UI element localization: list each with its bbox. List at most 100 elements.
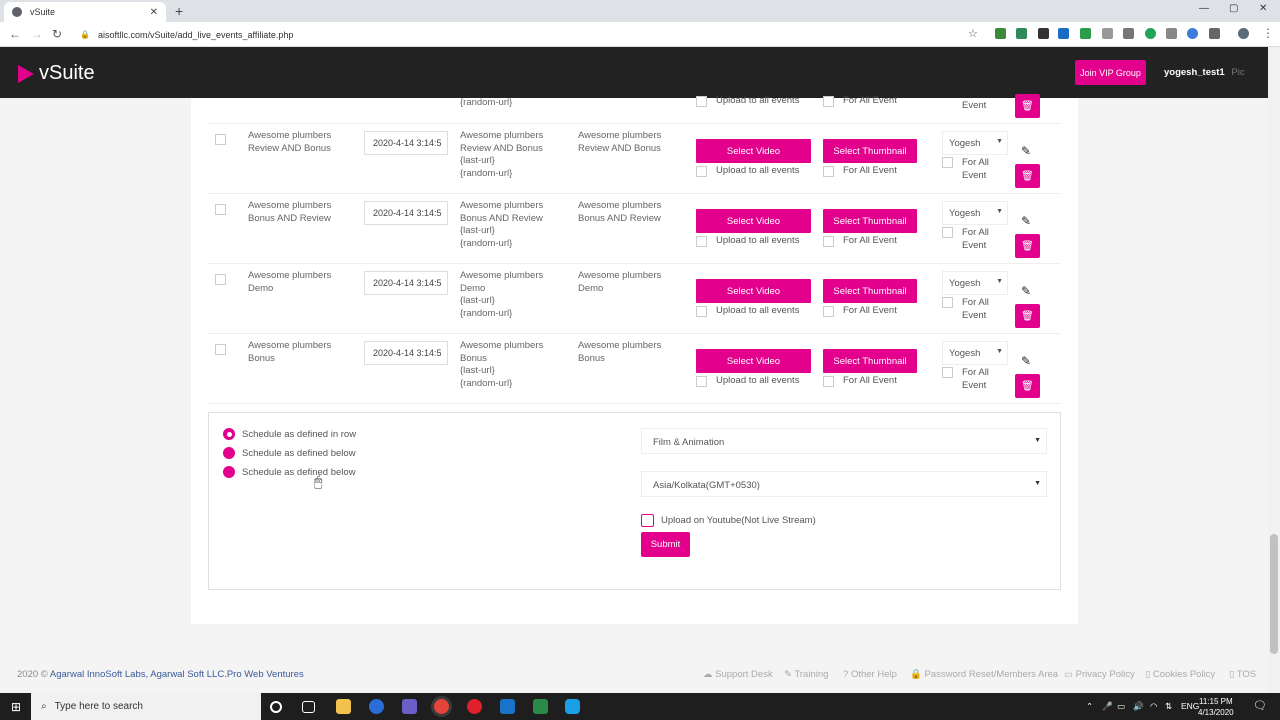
radio-schedule-in-row[interactable] (223, 428, 235, 440)
for-all-event-checkbox[interactable] (823, 376, 834, 387)
extension-icon[interactable] (1102, 28, 1113, 39)
extension-icon[interactable] (1187, 28, 1198, 39)
cortana-icon[interactable] (270, 701, 282, 713)
extension-icon[interactable] (1123, 28, 1134, 39)
extension-icon[interactable] (1209, 28, 1220, 39)
vsuite-logo[interactable]: vSuite (18, 62, 95, 85)
extension-icon[interactable] (1058, 28, 1069, 39)
network-icon[interactable]: ⇅ (1165, 701, 1172, 712)
outlook-icon[interactable] (500, 699, 515, 714)
training-link[interactable]: ✎ Training (784, 669, 828, 680)
bookmark-star-icon[interactable]: ☆ (968, 27, 978, 40)
upload-all-checkbox[interactable] (696, 96, 707, 107)
select-video-button[interactable]: Select Video (696, 209, 811, 233)
browser-tab[interactable]: vSuite ✕ (4, 2, 166, 22)
select-video-button[interactable]: Select Video (696, 349, 811, 373)
edit-icon[interactable]: ✎ (1021, 284, 1031, 298)
opera-icon[interactable] (467, 699, 482, 714)
system-clock[interactable]: 11:15 PM 4/13/2020 (1198, 696, 1234, 718)
radio-schedule-below[interactable] (223, 447, 235, 459)
schedule-date-input[interactable]: 2020-4-14 3:14:5 (364, 201, 448, 225)
for-all-event-checkbox[interactable] (823, 236, 834, 247)
tos-link[interactable]: ▯ TOS (1229, 669, 1256, 680)
chrome-icon[interactable] (434, 699, 449, 714)
extension-icon[interactable] (1016, 28, 1027, 39)
extension-icon[interactable] (1166, 28, 1177, 39)
for-all-checkbox[interactable] (942, 367, 953, 378)
upload-all-checkbox[interactable] (696, 166, 707, 177)
for-all-event-checkbox[interactable] (823, 306, 834, 317)
wifi-icon[interactable]: ◠ (1150, 701, 1157, 712)
row-select-checkbox[interactable] (215, 274, 226, 285)
minimize-button[interactable]: — (1199, 3, 1209, 14)
language-indicator[interactable]: ENG (1181, 701, 1199, 711)
edit-icon[interactable]: ✎ (1021, 354, 1031, 368)
back-icon[interactable]: ← (9, 27, 21, 41)
delete-button[interactable]: 🗑 (1015, 164, 1040, 188)
app-icon[interactable] (533, 699, 548, 714)
select-video-button[interactable]: Select Video (696, 139, 811, 163)
user-menu[interactable]: yogesh_test1 Pic (1164, 67, 1245, 78)
for-all-checkbox[interactable] (942, 297, 953, 308)
tab-close-icon[interactable]: ✕ (150, 7, 158, 18)
cookies-policy-link[interactable]: ▯ Cookies Policy (1145, 669, 1215, 680)
category-select[interactable]: Film & Animation ▼ (641, 428, 1047, 454)
owner-select[interactable]: Yogesh ▼ (942, 201, 1008, 225)
select-thumbnail-button[interactable]: Select Thumbnail (823, 349, 917, 373)
owner-select[interactable]: Yogesh ▼ (942, 341, 1008, 365)
select-thumbnail-button[interactable]: Select Thumbnail (823, 139, 917, 163)
for-all-checkbox[interactable] (942, 157, 953, 168)
upload-all-checkbox[interactable] (696, 376, 707, 387)
reload-icon[interactable]: ↻ (52, 27, 62, 41)
schedule-date-input[interactable]: 2020-4-14 3:14:5 (364, 341, 448, 365)
extension-icon[interactable] (1038, 28, 1049, 39)
extension-icon[interactable] (1080, 28, 1091, 39)
windows-start-icon[interactable]: ⊞ (11, 700, 21, 714)
edit-icon[interactable]: ✎ (1021, 144, 1031, 158)
browser-menu-icon[interactable]: ⋮ (1262, 26, 1274, 40)
delete-button[interactable]: 🗑 (1015, 234, 1040, 258)
forward-icon[interactable]: → (31, 27, 43, 41)
maximize-button[interactable]: ▢ (1229, 3, 1238, 14)
other-help-link[interactable]: ? Other Help (843, 669, 897, 680)
new-tab-button[interactable]: + (175, 3, 183, 19)
page-scrollbar[interactable] (1268, 47, 1280, 693)
battery-icon[interactable]: ▭ (1117, 701, 1125, 712)
scrollbar-thumb[interactable] (1270, 534, 1278, 654)
row-select-checkbox[interactable] (215, 344, 226, 355)
taskbar-search[interactable]: ⌕ Type here to search (31, 693, 261, 720)
edit-icon[interactable]: ✎ (1021, 214, 1031, 228)
for-all-event-checkbox[interactable] (823, 96, 834, 107)
delete-button[interactable]: 🗑 (1015, 94, 1040, 118)
extension-icon[interactable] (995, 28, 1006, 39)
upload-all-checkbox[interactable] (696, 236, 707, 247)
schedule-date-input[interactable]: 2020-4-14 3:14:5 (364, 131, 448, 155)
password-reset-link[interactable]: 🔒 Password Reset/Members Area (910, 669, 1058, 680)
volume-icon[interactable]: 🔊 (1133, 701, 1144, 712)
microphone-icon[interactable]: 🎤 (1102, 701, 1113, 712)
delete-button[interactable]: 🗑 (1015, 304, 1040, 328)
extension-icon[interactable] (1145, 28, 1156, 39)
window-close-button[interactable]: ✕ (1259, 3, 1267, 14)
upload-all-checkbox[interactable] (696, 306, 707, 317)
radio-schedule-below-2[interactable] (223, 466, 235, 478)
schedule-date-input[interactable]: 2020-4-14 3:14:5 (364, 271, 448, 295)
company-links[interactable]: Agarwal InnoSoft Labs, Agarwal Soft LLC.… (50, 669, 304, 680)
select-thumbnail-button[interactable]: Select Thumbnail (823, 209, 917, 233)
url-field[interactable]: 🔒 aisoftllc.com/vSuite/add_live_events_a… (80, 26, 985, 43)
app-icon[interactable] (402, 699, 417, 714)
for-all-checkbox[interactable] (942, 227, 953, 238)
delete-button[interactable]: 🗑 (1015, 374, 1040, 398)
tray-chevron-icon[interactable]: ⌃ (1086, 701, 1093, 712)
upload-youtube-checkbox[interactable] (641, 514, 654, 527)
owner-select[interactable]: Yogesh ▼ (942, 131, 1008, 155)
task-view-icon[interactable] (302, 701, 315, 713)
profile-avatar-icon[interactable] (1238, 28, 1249, 39)
skype-icon[interactable] (565, 699, 580, 714)
owner-select[interactable]: Yogesh ▼ (942, 271, 1008, 295)
app-icon[interactable] (369, 699, 384, 714)
timezone-select[interactable]: Asia/Kolkata(GMT+0530) ▼ (641, 471, 1047, 497)
submit-button[interactable]: Submit (641, 532, 690, 557)
privacy-policy-link[interactable]: ▭ Privacy Policy (1064, 669, 1135, 680)
select-thumbnail-button[interactable]: Select Thumbnail (823, 279, 917, 303)
